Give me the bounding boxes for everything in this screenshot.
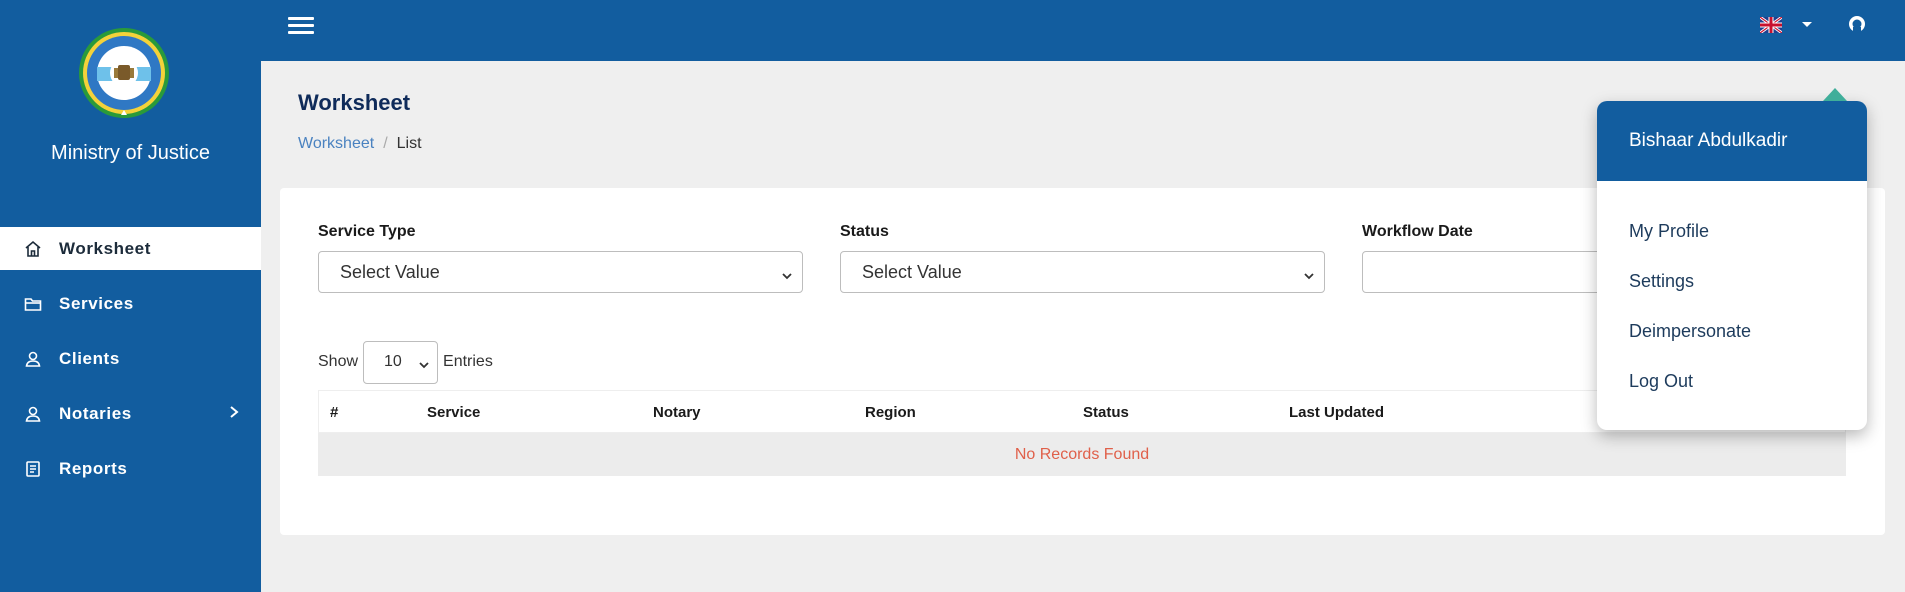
column-header[interactable]: Last Updated [1289, 404, 1384, 421]
menu-item-my-profile[interactable]: My Profile [1597, 206, 1867, 256]
user-avatar-icon[interactable] [1846, 15, 1868, 37]
chevron-down-icon [419, 357, 429, 368]
folder-icon [24, 295, 42, 313]
column-header[interactable]: Service [427, 404, 480, 421]
show-label: Show [318, 353, 359, 370]
sidebar-item-label: Reports [59, 458, 128, 478]
status-select[interactable]: Select Value [840, 251, 1325, 293]
service-type-label: Service Type [318, 223, 416, 240]
service-type-select[interactable]: Select Value [318, 251, 803, 293]
sidebar-item-notaries[interactable]: Notaries [0, 386, 261, 441]
language-caret-icon[interactable] [1802, 22, 1812, 27]
user-name: Bishaar Abdulkadir [1629, 130, 1788, 151]
menu-item-deimpersonate[interactable]: Deimpersonate [1597, 306, 1867, 356]
chevron-right-icon [229, 404, 239, 424]
sidebar-item-clients[interactable]: Clients [0, 331, 261, 386]
sidebar-item-reports[interactable]: Reports [0, 441, 261, 496]
user-menu-dropdown: Bishaar Abdulkadir My Profile Settings D… [1597, 88, 1867, 430]
sidebar-item-services[interactable]: Services [0, 276, 261, 331]
column-header[interactable]: # [330, 404, 338, 421]
chevron-down-icon [782, 265, 792, 280]
empty-message: No Records Found [1014, 445, 1150, 463]
entries-label: Entries [443, 353, 493, 370]
column-header[interactable]: Status [1083, 404, 1129, 421]
sidebar-nav: Worksheet Services Clients Notaries Repo… [0, 227, 261, 496]
breadcrumb-link-worksheet[interactable]: Worksheet [298, 135, 374, 152]
sidebar-item-worksheet[interactable]: Worksheet [0, 227, 261, 270]
breadcrumb-separator: / [383, 135, 388, 152]
home-icon [24, 240, 42, 258]
service-type-value: Select Value [340, 261, 440, 282]
page-size-control: Show 10 Entries [318, 340, 493, 384]
workflow-date-label: Workflow Date [1362, 223, 1473, 240]
org-name: Ministry of Justice [51, 142, 210, 164]
uk-flag-icon[interactable] [1759, 15, 1783, 35]
breadcrumb-current: List [396, 135, 422, 152]
report-icon [24, 460, 42, 478]
empty-row: No Records Found [318, 433, 1846, 476]
user-menu-header: Bishaar Abdulkadir [1597, 101, 1867, 181]
sidebar-item-label: Notaries [59, 403, 132, 423]
page-title: Worksheet [298, 90, 411, 115]
user-icon [24, 350, 42, 368]
page-size-value: 10 [384, 353, 402, 370]
menu-item-settings[interactable]: Settings [1597, 256, 1867, 306]
dropdown-notch [1823, 88, 1847, 101]
topbar [261, 0, 1905, 61]
status-label: Status [840, 223, 889, 240]
breadcrumb: Worksheet / List [298, 135, 422, 153]
sidebar: Ministry of Justice Worksheet Services C… [0, 0, 261, 592]
chevron-down-icon [1304, 265, 1314, 280]
menu-toggle-icon[interactable] [288, 17, 314, 37]
page-size-select[interactable]: 10 [363, 340, 439, 384]
column-header[interactable]: Region [865, 404, 916, 421]
sidebar-item-label: Services [59, 293, 134, 313]
sidebar-item-label: Worksheet [59, 238, 152, 258]
user-icon [24, 405, 42, 423]
menu-item-log-out[interactable]: Log Out [1597, 356, 1867, 406]
ministry-logo [78, 27, 170, 119]
status-value: Select Value [862, 261, 962, 282]
sidebar-item-label: Clients [59, 348, 120, 368]
column-header[interactable]: Notary [653, 404, 701, 421]
user-menu-list: My Profile Settings Deimpersonate Log Ou… [1597, 181, 1867, 406]
